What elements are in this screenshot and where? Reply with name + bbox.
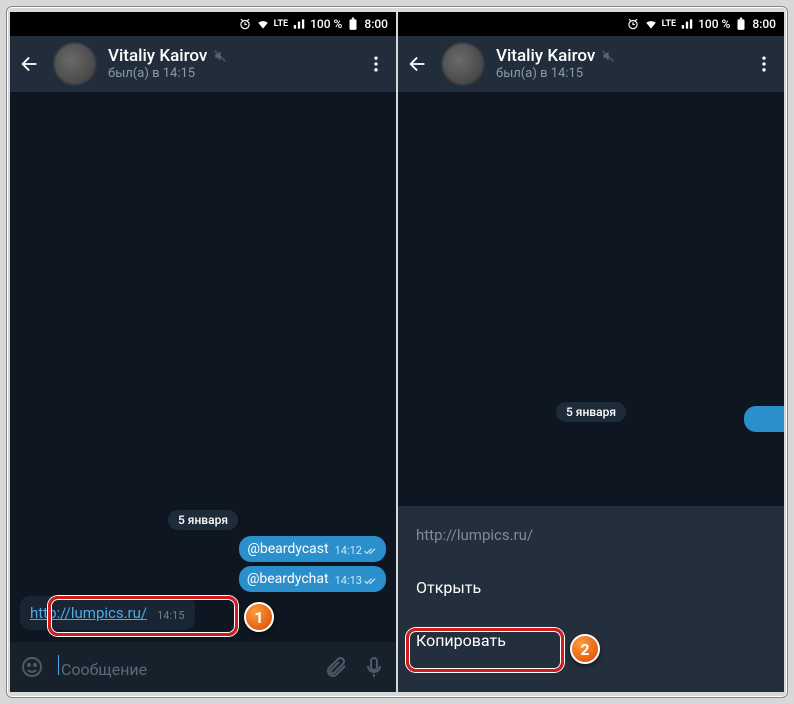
- muted-icon: [601, 49, 615, 63]
- sheet-url: http://lumpics.ru/: [414, 520, 768, 558]
- link-time: 14:15: [157, 609, 184, 622]
- message-out[interactable]: @beardychat 14:13: [239, 566, 386, 592]
- more-button[interactable]: [364, 52, 388, 76]
- menu-copy[interactable]: Копировать: [414, 617, 768, 664]
- status-bar: LTE 100 % 8:00: [398, 12, 784, 36]
- message-time: 14:13: [335, 574, 362, 587]
- header-text[interactable]: Vitaliy Kairov был(а) в 14:15: [496, 46, 740, 82]
- lte-label: LTE: [274, 19, 289, 29]
- phone-right: LTE 100 % 8:00 Vitaliy Kairov был(а) в 1…: [398, 12, 784, 692]
- muted-icon: [213, 49, 227, 63]
- emoji-icon[interactable]: [20, 655, 44, 679]
- alarm-icon: [238, 17, 252, 31]
- message-time: 14:12: [335, 544, 362, 557]
- message-out[interactable]: @beardycast 14:12: [239, 536, 386, 562]
- lte-label: LTE: [662, 19, 677, 29]
- alarm-icon: [626, 17, 640, 31]
- mic-icon[interactable]: [362, 655, 386, 679]
- last-seen: был(а) в 14:15: [108, 66, 352, 82]
- input-bar: Сообщение: [10, 642, 396, 692]
- last-seen: был(а) в 14:15: [496, 66, 740, 82]
- battery-text: 100 %: [310, 17, 342, 31]
- link-url[interactable]: http://lumpics.ru/: [30, 604, 147, 622]
- battery-icon: [734, 17, 748, 31]
- wifi-icon: [256, 17, 270, 31]
- clock-text: 8:00: [752, 17, 776, 31]
- back-button[interactable]: [406, 52, 430, 76]
- more-button[interactable]: [752, 52, 776, 76]
- contact-name: Vitaliy Kairov: [108, 46, 207, 66]
- message-peek: [744, 406, 784, 432]
- date-chip: 5 января: [556, 402, 626, 422]
- link-message[interactable]: http://lumpics.ru/ 14:15: [20, 596, 195, 630]
- read-checks-icon: [364, 546, 378, 556]
- back-button[interactable]: [18, 52, 42, 76]
- chat-header: Vitaliy Kairov был(а) в 14:15: [10, 36, 396, 92]
- header-text[interactable]: Vitaliy Kairov был(а) в 14:15: [108, 46, 352, 82]
- read-checks-icon: [364, 576, 378, 586]
- message-input[interactable]: Сообщение: [58, 655, 310, 679]
- avatar[interactable]: [442, 43, 484, 85]
- link-context-menu: http://lumpics.ru/ Открыть Копировать: [398, 506, 784, 692]
- clock-text: 8:00: [364, 17, 388, 31]
- signal-icon: [292, 17, 306, 31]
- contact-name: Vitaliy Kairov: [496, 46, 595, 66]
- battery-text: 100 %: [698, 17, 730, 31]
- message-text: @beardycast: [247, 541, 328, 557]
- signal-icon: [680, 17, 694, 31]
- chat-header: Vitaliy Kairov был(а) в 14:15: [398, 36, 784, 92]
- chat-body[interactable]: 5 января @beardycast 14:12 @beardychat 1…: [10, 92, 396, 642]
- wifi-icon: [644, 17, 658, 31]
- status-bar: LTE 100 % 8:00: [10, 12, 396, 36]
- battery-icon: [346, 17, 360, 31]
- menu-open[interactable]: Открыть: [414, 564, 768, 611]
- avatar[interactable]: [54, 43, 96, 85]
- phone-left: LTE 100 % 8:00 Vitaliy Kairov был(а) в 1…: [10, 12, 396, 692]
- attach-icon[interactable]: [324, 655, 348, 679]
- message-text: @beardychat: [247, 571, 329, 587]
- date-chip: 5 января: [168, 510, 238, 530]
